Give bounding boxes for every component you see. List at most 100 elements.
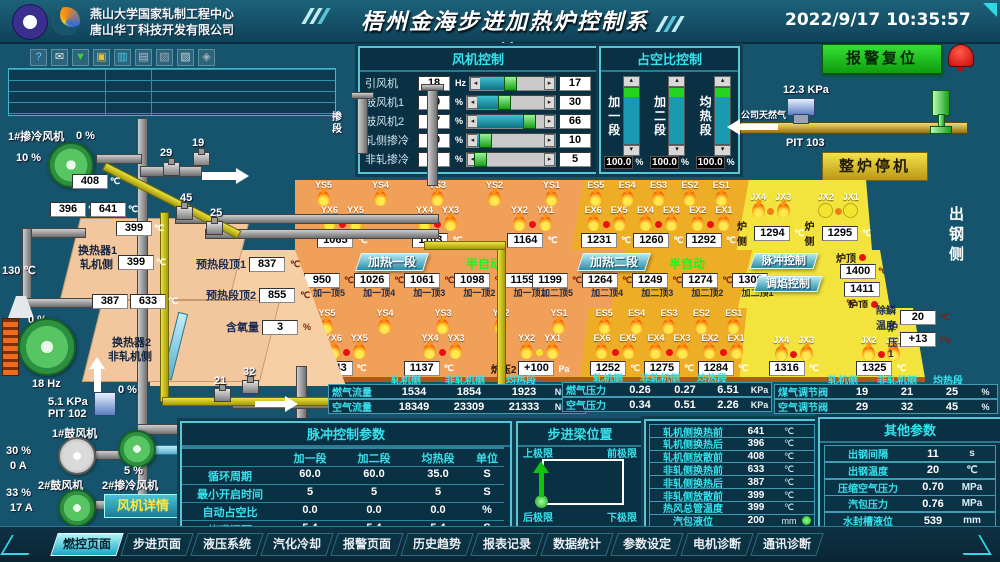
valve-icon[interactable] bbox=[176, 206, 193, 220]
chart-icon[interactable]: ▥ bbox=[114, 49, 131, 66]
burner-flame-icon bbox=[488, 191, 501, 206]
burner-status-dot bbox=[439, 349, 446, 356]
fan-detail-button[interactable]: 风机详情 bbox=[104, 494, 182, 518]
valve-opening-value: 29 bbox=[160, 147, 172, 159]
folder-icon[interactable]: ▣ bbox=[93, 49, 110, 66]
fan-slider-row: 鼓风机267%◂▸66 bbox=[360, 110, 596, 129]
slider-up-arrow-icon[interactable]: ▴ bbox=[623, 76, 640, 87]
burner-ES5: ES5 bbox=[596, 309, 613, 334]
fan-slider[interactable]: ◂▸ bbox=[469, 76, 556, 91]
tab-汽化冷却[interactable]: 汽化冷却 bbox=[260, 533, 333, 556]
flow-arrow bbox=[255, 401, 285, 407]
burner-flame-icon bbox=[730, 344, 743, 359]
slider-down-arrow-icon[interactable]: ▾ bbox=[668, 145, 685, 156]
slider-thumb[interactable] bbox=[498, 95, 511, 110]
valve-icon[interactable] bbox=[214, 388, 231, 402]
alarm-reset-button[interactable]: 报警复位 bbox=[822, 44, 942, 74]
valve-icon[interactable] bbox=[206, 221, 223, 235]
tab-液压系统[interactable]: 液压系统 bbox=[190, 533, 263, 556]
slider-down-arrow-icon[interactable]: ▾ bbox=[714, 145, 731, 156]
fan-slider[interactable]: ◂▸ bbox=[466, 114, 556, 129]
burner-flame-icon bbox=[777, 203, 790, 218]
download-icon[interactable]: ▼ bbox=[72, 49, 89, 66]
duty-slider-track[interactable] bbox=[623, 87, 640, 145]
valve-icon[interactable] bbox=[163, 162, 180, 176]
gas-shutoff-valve-icon[interactable] bbox=[932, 90, 950, 116]
university-badge-icon bbox=[12, 4, 48, 40]
duty-value[interactable]: 100.0 bbox=[696, 156, 725, 169]
tab-电机诊断[interactable]: 电机诊断 bbox=[680, 533, 753, 556]
slider-thumb[interactable] bbox=[523, 114, 536, 129]
fan-row-setpoint[interactable]: 30 bbox=[559, 95, 591, 110]
fan-slider[interactable]: ◂▸ bbox=[466, 95, 556, 110]
duty-slider-track[interactable] bbox=[714, 87, 731, 145]
fan-slider[interactable]: ◂▸ bbox=[466, 152, 556, 167]
fan2-icon[interactable] bbox=[118, 430, 156, 468]
lock-icon[interactable]: ◈ bbox=[198, 49, 215, 66]
tab-数据统计[interactable]: 数据统计 bbox=[540, 533, 613, 556]
burner-flame-icon bbox=[683, 191, 696, 206]
duty-slider-track[interactable] bbox=[668, 87, 685, 145]
pulse-value: 0.0 bbox=[278, 502, 342, 520]
duty-value[interactable]: 100.0 bbox=[604, 156, 633, 169]
blower1-icon[interactable] bbox=[58, 437, 96, 475]
zone1-heating-button[interactable]: 加热一段 bbox=[355, 253, 429, 271]
beam-upper-limit-label: 上极限 bbox=[523, 445, 553, 460]
tab-通讯诊断[interactable]: 通讯诊断 bbox=[750, 533, 823, 556]
corner-decoration bbox=[983, 3, 997, 17]
report-icon[interactable]: ▤ bbox=[135, 49, 152, 66]
slider-right-arrow-icon[interactable]: ▸ bbox=[544, 153, 555, 166]
other-params-panel: 其他参数 出钢间隔11s出钢温度20℃压缩空气压力0.70MPa汽包压力0.76… bbox=[818, 417, 1000, 530]
print-icon[interactable]: ▨ bbox=[177, 49, 194, 66]
burner-JX4: JX4 bbox=[750, 193, 766, 218]
slider-right-arrow-icon[interactable]: ▸ bbox=[544, 77, 555, 90]
duty-slider: 加二段▴▾100.0% bbox=[650, 76, 689, 168]
fan-row-setpoint[interactable]: 10 bbox=[559, 133, 591, 148]
valve-icon[interactable] bbox=[242, 380, 259, 394]
roof-status-dot bbox=[859, 254, 866, 261]
burner-YX4: YX4 bbox=[421, 334, 438, 359]
duty-slider-label: 加二段 bbox=[653, 95, 666, 137]
burner-flame-icon bbox=[545, 191, 558, 206]
help-icon[interactable]: ? bbox=[30, 49, 47, 66]
fan-row-setpoint[interactable]: 66 bbox=[559, 114, 591, 129]
window-icon[interactable]: ▧ bbox=[156, 49, 173, 66]
slider-right-arrow-icon[interactable]: ▸ bbox=[544, 96, 555, 109]
pit102-tag: PIT 102 bbox=[48, 408, 87, 420]
tab-步进页面[interactable]: 步进页面 bbox=[120, 533, 193, 556]
slider-right-arrow-icon[interactable]: ▸ bbox=[544, 115, 555, 128]
tab-燃控页面[interactable]: 燃控页面 bbox=[50, 533, 123, 556]
fan-slider[interactable]: ◂▸ bbox=[466, 133, 556, 148]
slider-down-arrow-icon[interactable]: ▾ bbox=[623, 145, 640, 156]
pit102-transmitter-icon[interactable] bbox=[94, 392, 116, 416]
fan-row-setpoint[interactable]: 5 bbox=[559, 152, 591, 167]
tab-历史趋势[interactable]: 历史趋势 bbox=[400, 533, 473, 556]
duty-cycle-panel: 占空比控制 加一段▴▾100.0%加二段▴▾100.0%均热段▴▾100.0% bbox=[599, 46, 740, 174]
pulse-value: 0.0 bbox=[342, 502, 406, 520]
burner-status-dot bbox=[707, 221, 714, 228]
slider-thumb[interactable] bbox=[479, 133, 492, 148]
alarm-list[interactable] bbox=[8, 68, 336, 116]
slider-thumb[interactable] bbox=[474, 152, 487, 167]
burner-flame-icon bbox=[717, 216, 730, 231]
tab-报警页面[interactable]: 报警页面 bbox=[330, 533, 403, 556]
flame-adjust-button[interactable]: 调焰控制 bbox=[753, 276, 822, 292]
valve-icon[interactable] bbox=[193, 152, 210, 166]
zone-roof-temp: 1026℃加一顶4 bbox=[354, 273, 404, 298]
zone2-heating-button[interactable]: 加热二段 bbox=[577, 253, 651, 271]
furnace-stop-button[interactable]: 整炉停机 bbox=[822, 152, 928, 181]
burner-status-dot bbox=[655, 221, 662, 228]
slider-up-arrow-icon[interactable]: ▴ bbox=[668, 76, 685, 87]
slider-up-arrow-icon[interactable]: ▴ bbox=[714, 76, 731, 87]
slider-right-arrow-icon[interactable]: ▸ bbox=[544, 134, 555, 147]
induced-draft-fan-icon[interactable] bbox=[18, 318, 76, 376]
pulse-control-button[interactable]: 脉冲控制 bbox=[749, 253, 818, 269]
fan-row-setpoint[interactable]: 17 bbox=[559, 76, 591, 91]
slider-thumb[interactable] bbox=[504, 76, 517, 91]
tab-参数设定[interactable]: 参数设定 bbox=[610, 533, 683, 556]
mail-icon[interactable]: ✉ bbox=[51, 49, 68, 66]
burner-YX5: YX5 bbox=[351, 334, 368, 359]
tab-报表记录[interactable]: 报表记录 bbox=[470, 533, 543, 556]
duty-value[interactable]: 100.0 bbox=[650, 156, 679, 169]
blower2-icon[interactable] bbox=[58, 489, 96, 527]
